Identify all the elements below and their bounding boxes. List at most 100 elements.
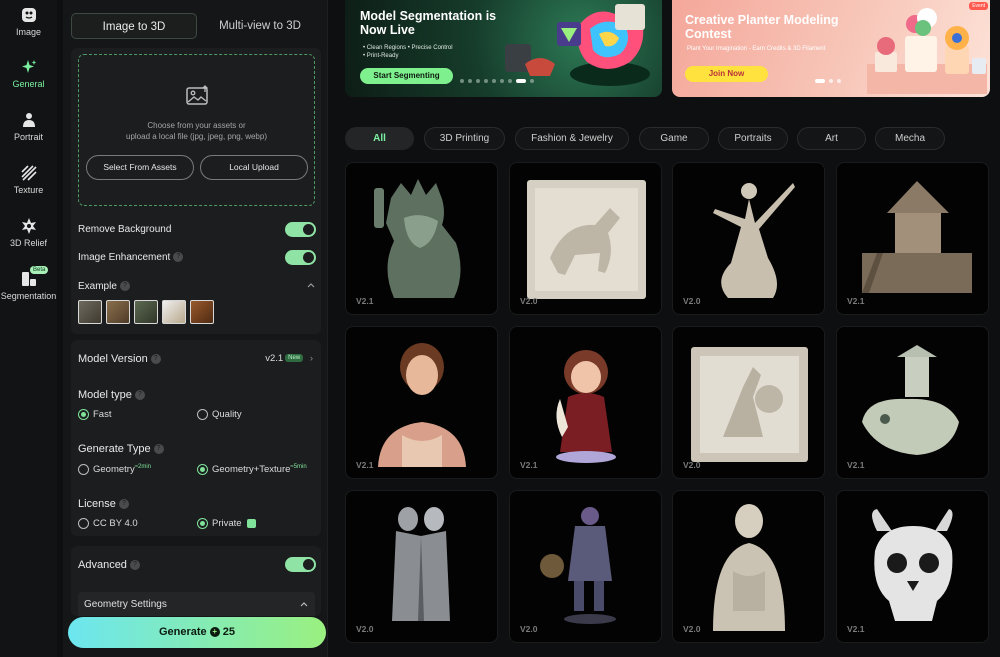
chevron-right-icon: › <box>309 353 313 364</box>
category-chip-portraits[interactable]: Portraits <box>718 127 788 150</box>
segmentation-title-1: Model Segmentation is <box>360 9 497 23</box>
fast-label: Fast <box>93 409 112 421</box>
version-label: V2.1 <box>847 624 865 634</box>
advanced-row: Advanced? <box>78 559 140 571</box>
sparkle-icon <box>21 60 36 73</box>
upload-hint-line1: Choose from your assets or <box>147 121 246 130</box>
chevron-up-icon <box>300 602 308 607</box>
select-from-assets-button[interactable]: Select From Assets <box>86 155 194 180</box>
geometry-time-badge: ≈2min <box>134 464 152 470</box>
carousel-dots[interactable] <box>460 70 538 88</box>
rail-item-segmentation[interactable]: Beta Segmentation <box>0 266 57 301</box>
new-badge: New <box>285 354 304 363</box>
wooden-hut-model <box>862 181 972 293</box>
help-icon[interactable]: ? <box>153 444 164 455</box>
relief-icon <box>21 218 36 234</box>
help-icon[interactable]: ? <box>129 560 140 571</box>
help-icon[interactable]: ? <box>119 281 130 292</box>
gallery-tile[interactable]: V2.0 <box>672 490 825 643</box>
help-icon[interactable]: ? <box>118 499 129 510</box>
help-icon[interactable]: ? <box>150 354 161 365</box>
remove-background-toggle[interactable] <box>285 222 316 237</box>
rail-label-image: Image <box>15 27 41 37</box>
version-label: V2.1 <box>356 296 374 306</box>
tab-image-to-3d[interactable]: Image to 3D <box>71 13 197 39</box>
rail-label-segmentation: Segmentation <box>0 291 57 301</box>
advanced-toggle[interactable] <box>285 557 316 572</box>
geometry-settings-label: Geometry Settings <box>84 599 167 610</box>
segmentation-bullets-1: • Clean Regions • Precise Control <box>363 45 453 51</box>
armored-couple-model <box>392 507 450 621</box>
gallery-tile[interactable]: V2.1 <box>345 326 498 479</box>
generation-panel: Image to 3D Multi-view to 3D Choose from… <box>63 0 328 657</box>
planter-contest-banner[interactable]: Event Creative Planter Modeling Contest … <box>672 0 990 97</box>
category-chip-3d-printing[interactable]: 3D Printing <box>424 127 505 150</box>
geometry-texture-time-badge: ≈5min <box>290 464 307 470</box>
dancer-statue-model <box>713 183 795 298</box>
version-label: V2.0 <box>520 296 538 306</box>
gallery-tile[interactable]: V2.1 <box>836 490 989 643</box>
local-upload-button[interactable]: Local Upload <box>200 155 308 180</box>
gallery-tile[interactable]: V2.0 <box>672 326 825 479</box>
join-now-button[interactable]: Join Now <box>685 66 768 82</box>
private-label: Private <box>212 518 242 530</box>
example-thumbnail[interactable] <box>190 300 214 324</box>
gallery-tile[interactable]: V2.1 <box>836 162 989 315</box>
generate-type-geometry-radio[interactable]: Geometry≈2min <box>78 464 151 475</box>
tab-multi-view-to-3d[interactable]: Multi-view to 3D <box>199 13 321 39</box>
cc-by-label: CC BY 4.0 <box>93 518 138 530</box>
example-thumbnail[interactable] <box>78 300 102 324</box>
chevron-up-icon[interactable] <box>307 282 315 288</box>
category-chip-fashion-jewelry[interactable]: Fashion & Jewelry <box>515 127 629 150</box>
rail-item-texture[interactable]: Texture <box>0 164 57 195</box>
category-chip-art[interactable]: Art <box>797 127 866 150</box>
example-thumbnail[interactable] <box>134 300 158 324</box>
example-thumbnail[interactable] <box>106 300 130 324</box>
example-label: Example <box>78 281 117 292</box>
version-label: V2.1 <box>847 460 865 470</box>
segmentation-banner[interactable]: Model Segmentation is Now Live • Clean R… <box>345 0 662 97</box>
gallery-tile[interactable]: V2.1 <box>509 326 662 479</box>
rail-item-general[interactable]: General <box>0 58 57 89</box>
image-enhancement-label: Image Enhancement <box>78 252 171 263</box>
model-type-fast-radio[interactable]: Fast <box>78 409 111 420</box>
geometry-label: Geometry <box>93 464 135 476</box>
geometry-texture-label: Geometry+Texture <box>212 464 291 476</box>
rail-item-image[interactable]: Image <box>0 6 57 37</box>
gallery-tile[interactable]: V2.1 <box>836 326 989 479</box>
example-row: Example? <box>78 281 130 292</box>
beta-badge: Beta <box>30 266 49 274</box>
model-version-selector[interactable]: v2.1 New › <box>265 353 313 364</box>
gallery-tile[interactable]: V2.0 <box>345 490 498 643</box>
rail-label-general: General <box>12 79 45 89</box>
gallery-tile[interactable]: V2.1 <box>345 162 498 315</box>
help-icon[interactable]: ? <box>173 252 184 263</box>
generate-type-geometry-texture-radio[interactable]: Geometry+Texture≈5min <box>197 464 307 475</box>
license-cc-by-radio[interactable]: CC BY 4.0 <box>78 518 138 529</box>
category-chip-game[interactable]: Game <box>639 127 709 150</box>
start-segmenting-button[interactable]: Start Segmenting <box>360 68 453 84</box>
renaissance-woman-bust-model <box>378 343 466 467</box>
license-label: License <box>78 498 116 510</box>
gallery-tile[interactable]: V2.0 <box>672 162 825 315</box>
upload-card: Choose from your assets or upload a loca… <box>71 48 321 334</box>
carousel-dots[interactable] <box>815 70 845 88</box>
license-private-radio[interactable]: Private <box>197 518 257 530</box>
horse-relief-model <box>527 180 646 299</box>
liberty-statue-model <box>374 179 461 298</box>
category-chip-all[interactable]: All <box>345 127 414 150</box>
rail-item-3d-relief[interactable]: 3D Relief <box>0 217 57 248</box>
category-chip-mecha[interactable]: Mecha <box>875 127 945 150</box>
model-type-quality-radio[interactable]: Quality <box>197 409 242 420</box>
image-upload-icon <box>186 85 208 105</box>
premium-icon <box>247 519 257 528</box>
geometry-settings-header[interactable]: Geometry Settings <box>78 592 315 616</box>
rail-item-portrait[interactable]: Portrait <box>0 111 57 142</box>
gallery-tile[interactable]: V2.0 <box>509 490 662 643</box>
generate-button[interactable]: Generate + 25 <box>68 617 326 648</box>
image-enhancement-toggle[interactable] <box>285 250 316 265</box>
help-icon[interactable]: ? <box>134 390 145 401</box>
gallery-tile[interactable]: V2.0 <box>509 162 662 315</box>
example-thumbnail[interactable] <box>162 300 186 324</box>
upload-dropzone[interactable]: Choose from your assets or upload a loca… <box>78 54 315 206</box>
